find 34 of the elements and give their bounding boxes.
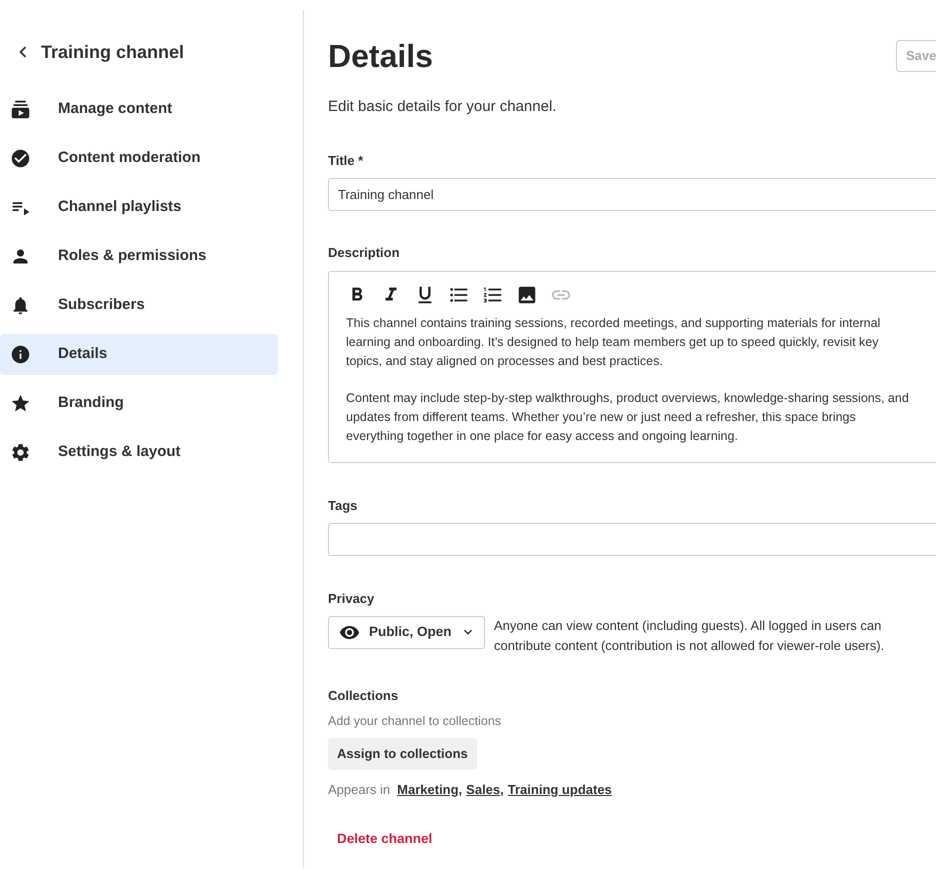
sidebar-item[interactable]: Settings & layout <box>0 432 278 473</box>
sidebar-item[interactable]: Subscribers <box>0 285 278 326</box>
sidebar-item[interactable]: Roles & permissions <box>0 236 278 277</box>
description-editor[interactable] <box>328 270 936 462</box>
video-icon <box>10 99 31 120</box>
channel-title: Training channel <box>41 40 184 64</box>
assign-collections-button[interactable]: Assign to collections <box>328 738 477 770</box>
sidebar-item[interactable]: Manage content <box>0 89 278 130</box>
page-title: Details <box>328 38 433 74</box>
star-icon <box>10 393 31 414</box>
collections-hint: Add your channel to collections <box>328 713 502 730</box>
settings-icon <box>10 442 31 463</box>
tags-label: Tags <box>328 496 358 515</box>
info-icon <box>10 344 31 365</box>
privacy-label: Privacy <box>328 590 376 608</box>
title-field[interactable]: Training channel <box>328 178 936 211</box>
privacy-dropdown[interactable]: Public, Open <box>328 616 485 648</box>
sidebar-item[interactable]: Channel playlists <box>0 187 278 228</box>
collection-link[interactable]: Training updates <box>508 780 612 800</box>
sidebar-item[interactable]: Branding <box>0 383 278 424</box>
collections-label: Collections <box>328 686 400 704</box>
description-paragraph: Content may include step-by-step walkthroughs, product overviews, knowledge-sharing sessions, and updates from different teams. Whether you’re new or just need a refresher, this space brings everything together in one place for easy access and ongoing learning. <box>346 390 910 445</box>
delete-channel-button[interactable]: Delete channel <box>337 829 432 850</box>
tags-field[interactable] <box>328 523 936 556</box>
intro-text: Edit basic details for your channel. <box>328 97 558 117</box>
description-label: Description <box>328 244 401 262</box>
title-label: Title * <box>328 152 364 170</box>
collection-link[interactable]: Sales, <box>466 780 504 800</box>
description-paragraph: This channel contains training sessions, recorded meetings, and supporting materials for internal learning and onboarding. It’s designed to help team members get up to speed quickly, revisit key topics, and stay aligned on processes and best practices. <box>346 314 882 370</box>
sidebar-item[interactable]: Content moderation <box>0 138 278 179</box>
sidebar-item[interactable]: Details <box>0 334 278 375</box>
collection-link[interactable]: Marketing, <box>397 780 462 800</box>
privacy-help-text: Anyone can view content (including guests). All logged in users can contribute content (contribution is not allowed for viewer-role users). <box>494 616 886 655</box>
appears-in-label: Appears in <box>328 780 390 799</box>
